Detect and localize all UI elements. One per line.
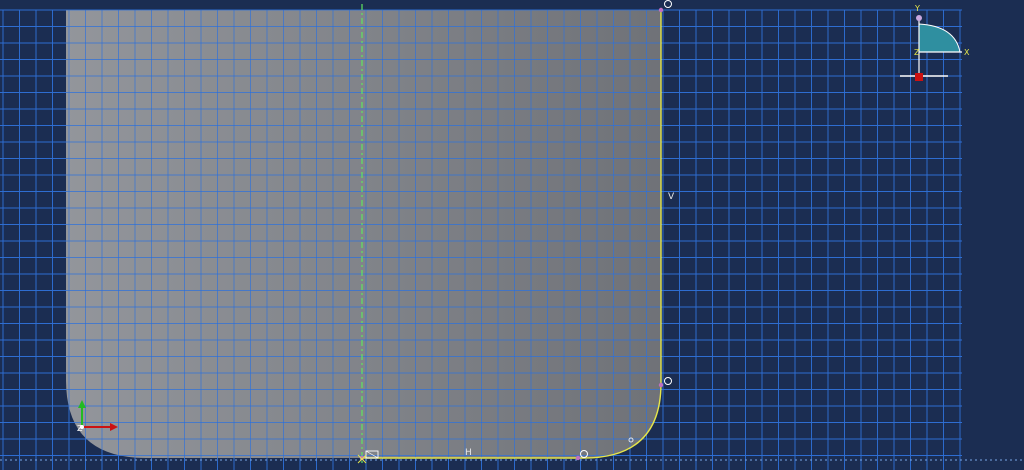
view-triad-y-handle[interactable]	[916, 15, 922, 21]
view-triad-origin-marker[interactable]	[915, 73, 923, 81]
view-triad-y-label: Y	[914, 4, 920, 13]
vertical-constraint-label[interactable]: V	[668, 192, 675, 202]
part-region[interactable]	[66, 10, 661, 458]
sketch-viewport[interactable]: V H Y X Z Z	[0, 0, 1024, 470]
view-triad-x-label: X	[964, 48, 970, 57]
origin-z-label: Z	[77, 424, 83, 433]
vertex-fillet-end[interactable]	[575, 455, 581, 461]
horizontal-constraint-label[interactable]: H	[465, 448, 472, 458]
vertex-fillet-start[interactable]	[658, 382, 664, 388]
view-triad-z-label: Z	[914, 48, 920, 57]
vertex-top-right[interactable]	[658, 7, 664, 13]
